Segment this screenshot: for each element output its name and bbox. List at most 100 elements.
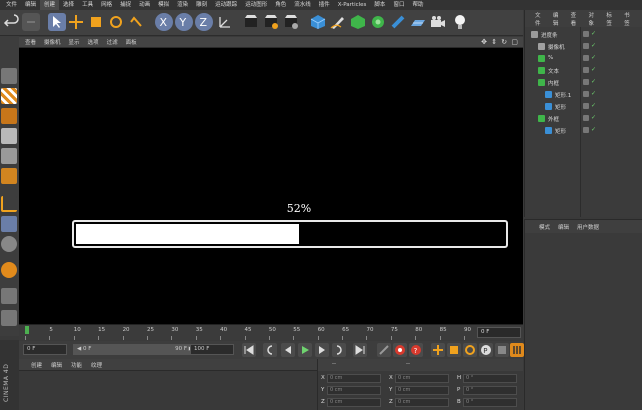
- object-row[interactable]: 外框 ✓: [525, 113, 642, 124]
- object-manager-menu-item[interactable]: 查看: [571, 11, 582, 27]
- visibility-check-icon[interactable]: ✓: [591, 102, 596, 109]
- cloner-icon[interactable]: [369, 13, 387, 31]
- coord-value-field[interactable]: 0 °: [463, 398, 517, 407]
- edges-mode-icon[interactable]: [1, 148, 17, 164]
- camera-icon[interactable]: [429, 13, 447, 31]
- frame-range-slider[interactable]: ◀ 0 F 90 F ▶: [73, 344, 198, 355]
- timeline[interactable]: 051015202530354045505560657075808590 0 F: [19, 324, 523, 340]
- lock-workplane-icon[interactable]: [1, 288, 17, 304]
- viewport-menu-item[interactable]: 面板: [126, 38, 137, 46]
- layer-checkbox[interactable]: [583, 55, 589, 61]
- layer-checkbox[interactable]: [583, 31, 589, 37]
- start-frame-field[interactable]: 0 F: [23, 344, 67, 355]
- z-axis-icon[interactable]: Z: [195, 13, 213, 31]
- timeline-playhead[interactable]: [25, 326, 29, 334]
- menu-item[interactable]: 雕刻: [192, 0, 211, 10]
- timeline-current-frame[interactable]: 0 F: [477, 327, 521, 338]
- layer-checkbox[interactable]: [583, 67, 589, 73]
- material-manager-panel[interactable]: [19, 371, 317, 410]
- layer-checkbox[interactable]: [583, 91, 589, 97]
- render-settings-icon[interactable]: [282, 13, 300, 31]
- coord-value-field[interactable]: 0 cm: [395, 386, 449, 395]
- key-rotation-icon[interactable]: [463, 343, 477, 357]
- move-icon[interactable]: [67, 13, 85, 31]
- deformer-icon[interactable]: [389, 13, 407, 31]
- attribute-menu-item[interactable]: 模式: [539, 223, 550, 231]
- menu-item[interactable]: 文件: [2, 0, 21, 10]
- layer-checkbox[interactable]: [583, 79, 589, 85]
- layer-checkbox[interactable]: [583, 43, 589, 49]
- previous-key-icon[interactable]: [263, 343, 277, 357]
- object-row[interactable]: 摄像机 ✓: [525, 41, 642, 52]
- visibility-check-icon[interactable]: ✓: [591, 54, 596, 61]
- key-parameter-icon[interactable]: P: [479, 343, 493, 357]
- magnet-icon[interactable]: [1, 262, 17, 278]
- viewport-menu-item[interactable]: 显示: [69, 38, 80, 46]
- coord-value-field[interactable]: 0 °: [463, 374, 517, 383]
- viewport-menu-item[interactable]: 选项: [88, 38, 99, 46]
- coord-value-field[interactable]: 0 cm: [327, 374, 381, 383]
- viewport-menu-item[interactable]: 摄像机: [44, 38, 61, 46]
- visibility-check-icon[interactable]: ✓: [591, 30, 596, 37]
- coordinate-system-icon[interactable]: [216, 13, 234, 31]
- menu-item[interactable]: 运动跟踪: [211, 0, 241, 10]
- object-manager-menu-item[interactable]: 文件: [535, 11, 546, 27]
- recent-tools-icon[interactable]: [127, 13, 145, 31]
- key-pla-icon[interactable]: [495, 343, 509, 357]
- menu-item[interactable]: 网格: [97, 0, 116, 10]
- menu-item[interactable]: 帮助: [408, 0, 427, 10]
- menu-item[interactable]: 流水线: [290, 0, 315, 10]
- axis-mode-icon[interactable]: [1, 196, 17, 212]
- record-active-icon[interactable]: [393, 343, 407, 357]
- object-row[interactable]: 进度条 ✓: [525, 29, 642, 40]
- undo-icon[interactable]: [3, 13, 21, 31]
- record-keys-icon[interactable]: [377, 343, 391, 357]
- material-menu-item[interactable]: 创建: [31, 361, 42, 369]
- menu-item[interactable]: 选择: [59, 0, 78, 10]
- object-row[interactable]: 内框 ✓: [525, 77, 642, 88]
- autokey-icon[interactable]: ?: [409, 343, 423, 357]
- texture-mode-icon[interactable]: [1, 88, 17, 104]
- model-mode-icon[interactable]: [1, 68, 17, 84]
- object-row[interactable]: 文本 ✓: [525, 65, 642, 76]
- object-manager-list[interactable]: 进度条 ✓ 摄像机 ✓% ✓ 文本 ✓ 内框 ✓ 矩形.1 ✓ 矩形 ✓ 外框 ✓ 矩形 ✓: [524, 27, 642, 217]
- material-menu-item[interactable]: 编辑: [51, 361, 62, 369]
- menu-item[interactable]: 捕捉: [116, 0, 135, 10]
- timeline-window-icon[interactable]: [510, 343, 524, 357]
- object-manager-menu-item[interactable]: 对象: [588, 11, 599, 27]
- object-row[interactable]: 矩形 ✓: [525, 101, 642, 112]
- scale-icon[interactable]: [87, 13, 105, 31]
- layer-checkbox[interactable]: [583, 127, 589, 133]
- visibility-check-icon[interactable]: ✓: [591, 42, 596, 49]
- go-to-end-icon[interactable]: [353, 343, 367, 357]
- rotate-icon[interactable]: [107, 13, 125, 31]
- material-menu-item[interactable]: 功能: [71, 361, 82, 369]
- menu-item[interactable]: 动画: [135, 0, 154, 10]
- coord-value-field[interactable]: 0 cm: [395, 374, 449, 383]
- snap-icon[interactable]: [1, 236, 17, 252]
- menu-item[interactable]: 创建: [40, 0, 60, 10]
- object-manager-menu-item[interactable]: 标签: [606, 11, 617, 27]
- end-frame-field[interactable]: 100 F: [190, 344, 234, 355]
- object-row[interactable]: 矩形.1 ✓: [525, 89, 642, 100]
- visibility-check-icon[interactable]: ✓: [591, 126, 596, 133]
- x-axis-icon[interactable]: X: [155, 13, 173, 31]
- viewport-menu-item[interactable]: 查看: [25, 38, 36, 46]
- menu-item[interactable]: 编辑: [21, 0, 40, 10]
- menu-item[interactable]: 渲染: [173, 0, 192, 10]
- cube-icon[interactable]: [309, 13, 327, 31]
- object-manager-menu-item[interactable]: 编辑: [553, 11, 564, 27]
- menu-item[interactable]: 模拟: [154, 0, 173, 10]
- visibility-check-icon[interactable]: ✓: [591, 90, 596, 97]
- grid-icon[interactable]: [1, 310, 17, 326]
- viewport-menu-item[interactable]: 过滤: [107, 38, 118, 46]
- coord-value-field[interactable]: 0 cm: [395, 398, 449, 407]
- next-frame-icon[interactable]: [315, 343, 329, 357]
- key-position-icon[interactable]: [431, 343, 445, 357]
- light-icon[interactable]: [451, 13, 469, 31]
- workplane-icon[interactable]: [1, 108, 17, 124]
- visibility-check-icon[interactable]: ✓: [591, 114, 596, 121]
- points-mode-icon[interactable]: [1, 128, 17, 144]
- subdivision-icon[interactable]: [349, 13, 367, 31]
- floor-icon[interactable]: [409, 13, 427, 31]
